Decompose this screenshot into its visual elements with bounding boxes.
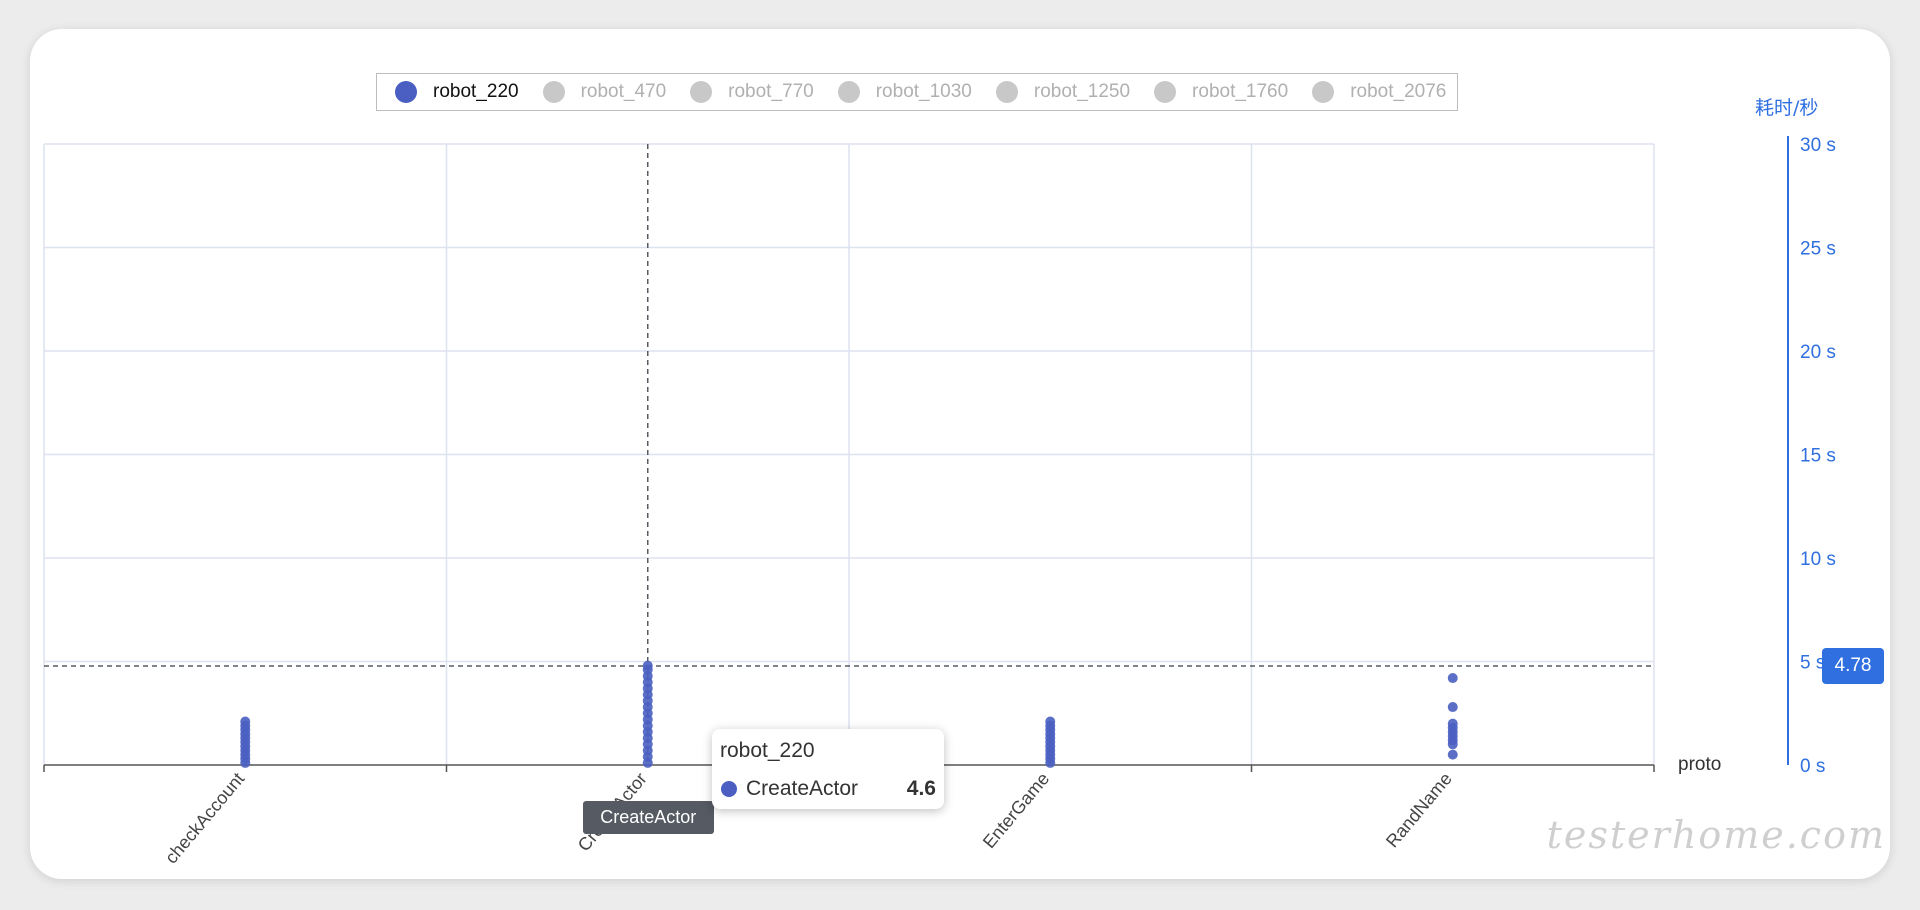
data-point bbox=[1447, 749, 1458, 760]
legend-dot bbox=[1312, 81, 1335, 103]
legend-dot bbox=[837, 81, 860, 103]
y-tick-label: 0 s bbox=[1800, 756, 1825, 777]
legend-label: robot_2076 bbox=[1350, 81, 1447, 102]
legend-dot bbox=[995, 81, 1018, 103]
legend-dot bbox=[1154, 81, 1177, 103]
data-point bbox=[240, 716, 251, 727]
legend-item-robot_220[interactable]: robot_220 bbox=[395, 81, 519, 103]
y-tick-label: 30 s bbox=[1800, 135, 1836, 156]
legend-label: robot_1250 bbox=[1033, 81, 1131, 102]
legend-dot bbox=[542, 81, 565, 103]
x-tick-label: RandName bbox=[1382, 769, 1456, 852]
legend-label: robot_470 bbox=[580, 81, 667, 102]
legend-item-robot_1760[interactable]: robot_1760 bbox=[1154, 81, 1288, 103]
y-tick-label: 25 s bbox=[1800, 239, 1836, 260]
y-tick-label: 20 s bbox=[1800, 342, 1836, 363]
tooltip-item-value: 4.6 bbox=[906, 777, 936, 800]
y-tick-label: 10 s bbox=[1800, 549, 1836, 570]
legend-item-robot_2076[interactable]: robot_2076 bbox=[1312, 81, 1446, 103]
legend-label: robot_1030 bbox=[875, 81, 972, 102]
tooltip: robot_220 CreateActor 4.6 bbox=[712, 729, 944, 809]
data-point bbox=[1447, 702, 1458, 713]
chart-card: checkAccount CreateActor EnterGame RandName… bbox=[30, 29, 1890, 879]
y-tick-label: 15 s bbox=[1800, 446, 1836, 467]
legend-label: robot_220 bbox=[433, 81, 519, 102]
legend: robot_220 robot_470 robot_770 robot_1030 rob… bbox=[376, 73, 1458, 111]
x-axis-name: proto bbox=[1678, 754, 1721, 775]
legend-item-robot_1250[interactable]: robot_1250 bbox=[995, 81, 1131, 103]
tooltip-item-name: CreateActor bbox=[746, 777, 859, 800]
data-point bbox=[642, 660, 653, 671]
legend-label: robot_770 bbox=[728, 81, 814, 102]
scatter-chart: checkAccount CreateActor EnterGame RandName… bbox=[43, 97, 1836, 868]
data-point bbox=[1447, 718, 1458, 729]
y-axis-pointer-label: 4.78 bbox=[1822, 648, 1884, 685]
legend-item-robot_770[interactable]: robot_770 bbox=[690, 81, 814, 103]
legend-dot bbox=[395, 81, 417, 103]
tooltip-series-dot bbox=[721, 781, 737, 797]
legend-dot bbox=[690, 81, 713, 103]
legend-item-robot_1030[interactable]: robot_1030 bbox=[837, 81, 972, 103]
data-point bbox=[1045, 716, 1056, 727]
x-tick-label: EnterGame bbox=[979, 769, 1053, 852]
legend-item-robot_470[interactable]: robot_470 bbox=[542, 81, 667, 103]
x-axis-pointer-label: CreateActor bbox=[582, 801, 714, 834]
y-axis-name: 耗时/秒 bbox=[1755, 97, 1818, 119]
data-point bbox=[1447, 673, 1458, 684]
tooltip-title: robot_220 bbox=[720, 739, 815, 762]
x-tick-label: checkAccount bbox=[161, 769, 248, 868]
legend-label: robot_1760 bbox=[1192, 81, 1289, 102]
watermark: testerhome.com bbox=[1546, 813, 1886, 857]
